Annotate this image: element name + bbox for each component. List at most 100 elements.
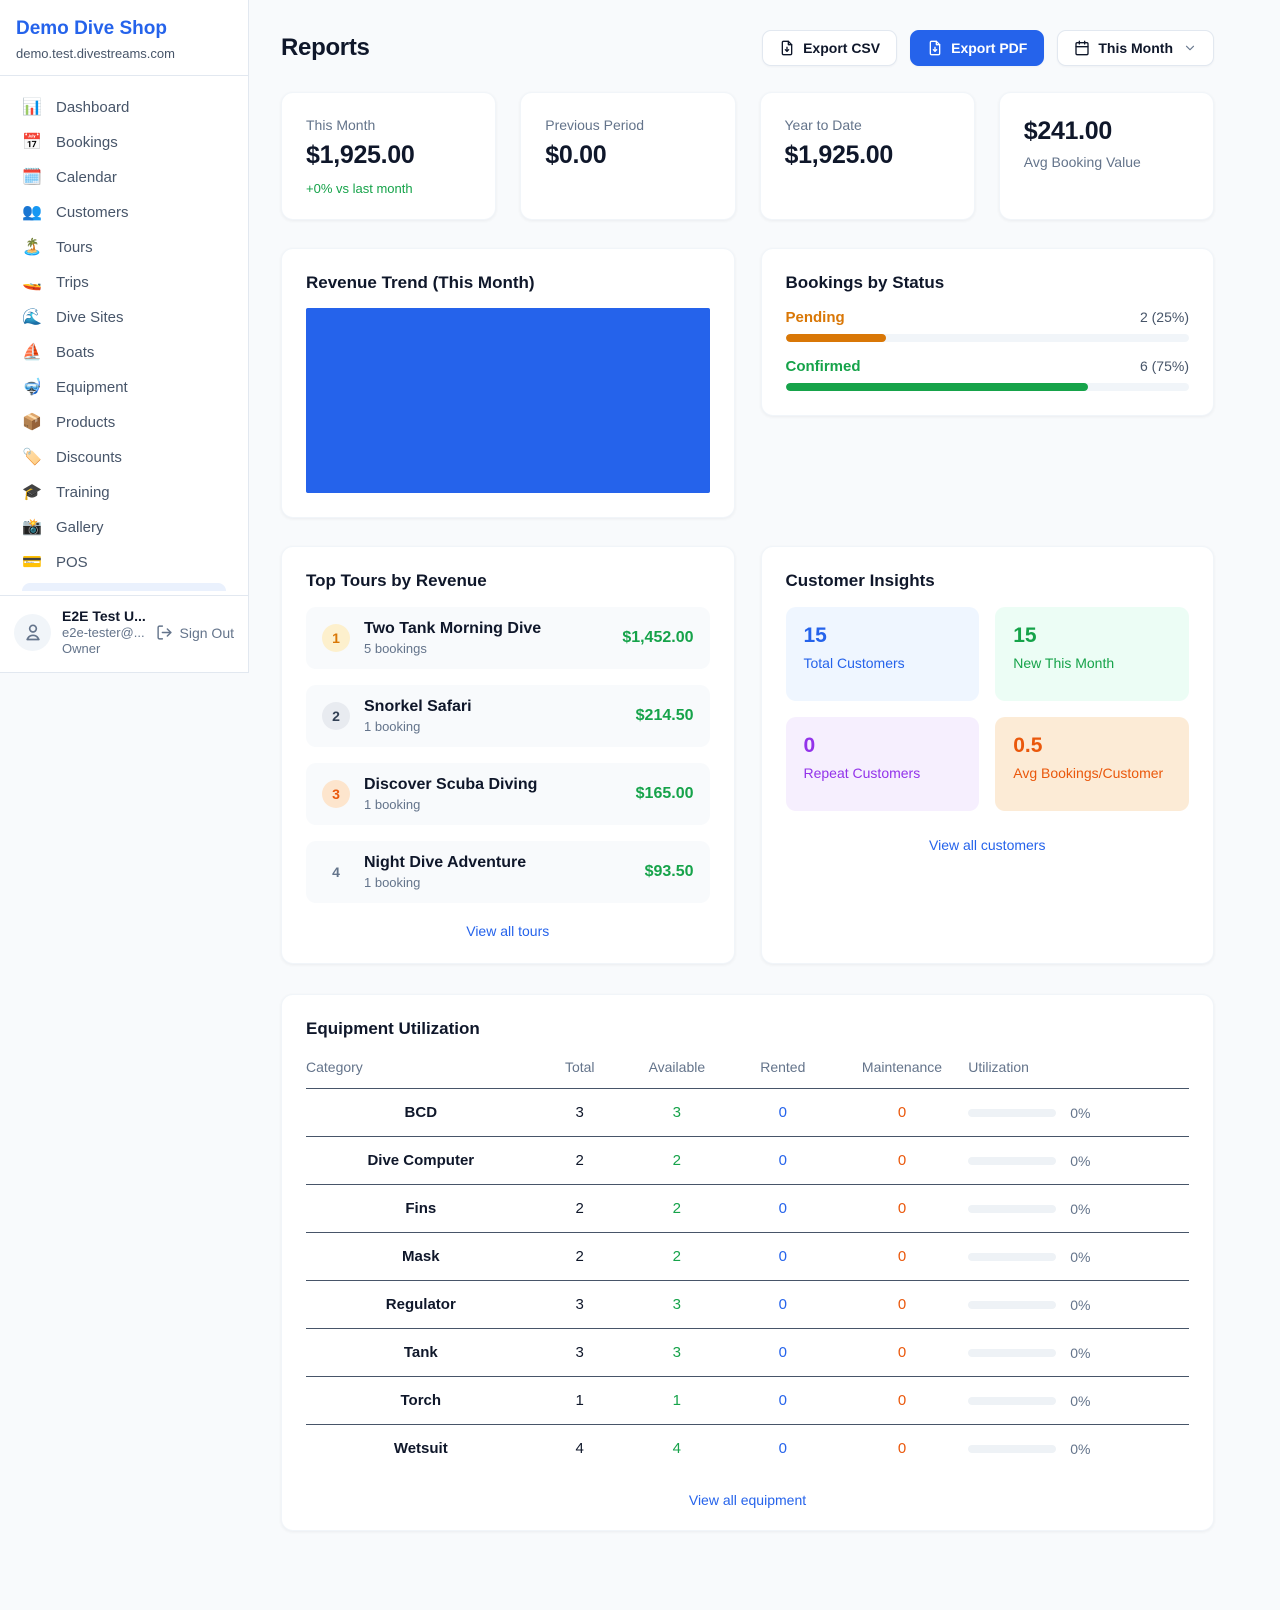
period-label: This Month xyxy=(1098,40,1173,56)
view-all-tours-link[interactable]: View all tours xyxy=(466,923,549,939)
sign-out-button[interactable]: Sign Out xyxy=(156,624,234,641)
sidebar-item-label: Calendar xyxy=(56,169,117,186)
utilization-bar xyxy=(968,1301,1056,1309)
equipment-mask-icon: 🤿 xyxy=(22,380,42,396)
charts-row: Revenue Trend (This Month) Bookings by S… xyxy=(281,248,1214,518)
equipment-available: 2 xyxy=(624,1185,730,1233)
equipment-category: Wetsuit xyxy=(306,1425,536,1473)
sidebar-item-pos[interactable]: 💳 POS xyxy=(8,545,240,580)
equipment-maintenance: 0 xyxy=(836,1233,968,1281)
sidebar-item-label: Discounts xyxy=(56,449,122,466)
shop-name: Demo Dive Shop xyxy=(16,18,232,40)
stat-card-avg-booking-value: $241.00 Avg Booking Value xyxy=(999,92,1214,220)
insight-label: Repeat Customers xyxy=(804,765,962,781)
equipment-header-row: Category Total Available Rented Maintena… xyxy=(306,1059,1189,1089)
export-csv-button[interactable]: Export CSV xyxy=(762,30,897,66)
sidebar-item-equipment[interactable]: 🤿 Equipment xyxy=(8,370,240,405)
table-row: Torch 1 1 0 0 0% xyxy=(306,1377,1189,1425)
pos-card-icon: 💳 xyxy=(22,555,42,571)
status-count-pending: 2 (25%) xyxy=(1140,309,1189,325)
equipment-available: 4 xyxy=(624,1425,730,1473)
tour-amount: $93.50 xyxy=(645,863,694,881)
tour-bookings: 5 bookings xyxy=(364,641,608,656)
sidebar: Demo Dive Shop demo.test.divestreams.com… xyxy=(0,0,249,673)
tour-name: Night Dive Adventure xyxy=(364,854,631,872)
rank-badge: 1 xyxy=(322,624,350,652)
sidebar-item-customers[interactable]: 👥 Customers xyxy=(8,195,240,230)
customer-insights-card: Customer Insights 15 Total Customers 15 … xyxy=(761,546,1215,964)
equipment-total: 2 xyxy=(536,1233,624,1281)
column-header-available: Available xyxy=(624,1059,730,1089)
sidebar-item-boats[interactable]: ⛵ Boats xyxy=(8,335,240,370)
export-pdf-button[interactable]: Export PDF xyxy=(910,30,1044,66)
status-bar-track xyxy=(786,334,1190,342)
sidebar-item-label: Equipment xyxy=(56,379,128,396)
user-name: E2E Test U... xyxy=(62,608,234,624)
insight-value: 0 xyxy=(804,734,962,758)
equipment-available: 1 xyxy=(624,1377,730,1425)
boats-sailboat-icon: ⛵ xyxy=(22,345,42,361)
view-all-equipment-link[interactable]: View all equipment xyxy=(689,1492,806,1508)
equipment-total: 3 xyxy=(536,1281,624,1329)
insight-tile-total-customers: 15 Total Customers xyxy=(786,607,980,701)
tour-row: 3 Discover Scuba Diving 1 booking $165.0… xyxy=(306,763,710,825)
utilization-percent: 0% xyxy=(1070,1105,1090,1121)
utilization-bar xyxy=(968,1397,1056,1405)
status-bar-fill-pending xyxy=(786,334,887,342)
insight-label: Avg Bookings/Customer xyxy=(1013,765,1171,781)
utilization-percent: 0% xyxy=(1070,1393,1090,1409)
sidebar-item-discounts[interactable]: 🏷️ Discounts xyxy=(8,440,240,475)
table-row: Regulator 3 3 0 0 0% xyxy=(306,1281,1189,1329)
insight-value: 15 xyxy=(1013,624,1171,648)
calendar-icon xyxy=(1074,40,1090,56)
rank-badge: 2 xyxy=(322,702,350,730)
equipment-total: 3 xyxy=(536,1089,624,1137)
equipment-total: 1 xyxy=(536,1377,624,1425)
stat-label: This Month xyxy=(306,117,471,133)
equipment-total: 2 xyxy=(536,1185,624,1233)
tour-name: Discover Scuba Diving xyxy=(364,776,622,794)
sidebar-item-dive-sites[interactable]: 🌊 Dive Sites xyxy=(8,300,240,335)
sidebar-item-products[interactable]: 📦 Products xyxy=(8,405,240,440)
equipment-category: Mask xyxy=(306,1233,536,1281)
utilization-bar xyxy=(968,1445,1056,1453)
utilization-bar xyxy=(968,1205,1056,1213)
avatar xyxy=(14,614,51,651)
utilization-bar xyxy=(968,1109,1056,1117)
sidebar-item-calendar[interactable]: 🗓️ Calendar xyxy=(8,160,240,195)
discounts-tag-icon: 🏷️ xyxy=(22,450,42,466)
equipment-rented: 0 xyxy=(730,1137,836,1185)
sidebar-item-reports-partial[interactable] xyxy=(22,583,226,591)
stat-card-year-to-date: Year to Date $1,925.00 xyxy=(760,92,975,220)
sidebar-item-label: Customers xyxy=(56,204,129,221)
sidebar-item-gallery[interactable]: 📸 Gallery xyxy=(8,510,240,545)
sidebar-item-label: Products xyxy=(56,414,115,431)
equipment-category: Dive Computer xyxy=(306,1137,536,1185)
status-label-confirmed: Confirmed xyxy=(786,358,861,375)
sidebar-item-label: Boats xyxy=(56,344,94,361)
utilization-percent: 0% xyxy=(1070,1345,1090,1361)
sidebar-item-label: POS xyxy=(56,554,88,571)
utilization-bar xyxy=(968,1157,1056,1165)
sidebar-item-bookings[interactable]: 📅 Bookings xyxy=(8,125,240,160)
sidebar-item-dashboard[interactable]: 📊 Dashboard xyxy=(8,90,240,125)
period-selector[interactable]: This Month xyxy=(1057,30,1214,66)
sidebar-item-training[interactable]: 🎓 Training xyxy=(8,475,240,510)
equipment-maintenance: 0 xyxy=(836,1185,968,1233)
user-icon xyxy=(23,622,43,642)
stats-row: This Month $1,925.00 +0% vs last month P… xyxy=(281,92,1214,220)
utilization-bar xyxy=(968,1349,1056,1357)
equipment-maintenance: 0 xyxy=(836,1377,968,1425)
file-download-icon xyxy=(927,40,943,56)
equipment-utilization-title: Equipment Utilization xyxy=(306,1019,1189,1039)
sidebar-item-trips[interactable]: 🚤 Trips xyxy=(8,265,240,300)
view-all-customers-link[interactable]: View all customers xyxy=(929,837,1045,853)
tour-bookings: 1 booking xyxy=(364,719,622,734)
insight-label: New This Month xyxy=(1013,655,1171,671)
equipment-rented: 0 xyxy=(730,1185,836,1233)
export-csv-label: Export CSV xyxy=(803,40,880,56)
status-row-pending: Pending 2 (25%) xyxy=(786,309,1190,342)
sidebar-header: Demo Dive Shop demo.test.divestreams.com xyxy=(0,0,248,76)
bookings-by-status-card: Bookings by Status Pending 2 (25%) Confi… xyxy=(761,248,1215,416)
sidebar-item-tours[interactable]: 🏝️ Tours xyxy=(8,230,240,265)
